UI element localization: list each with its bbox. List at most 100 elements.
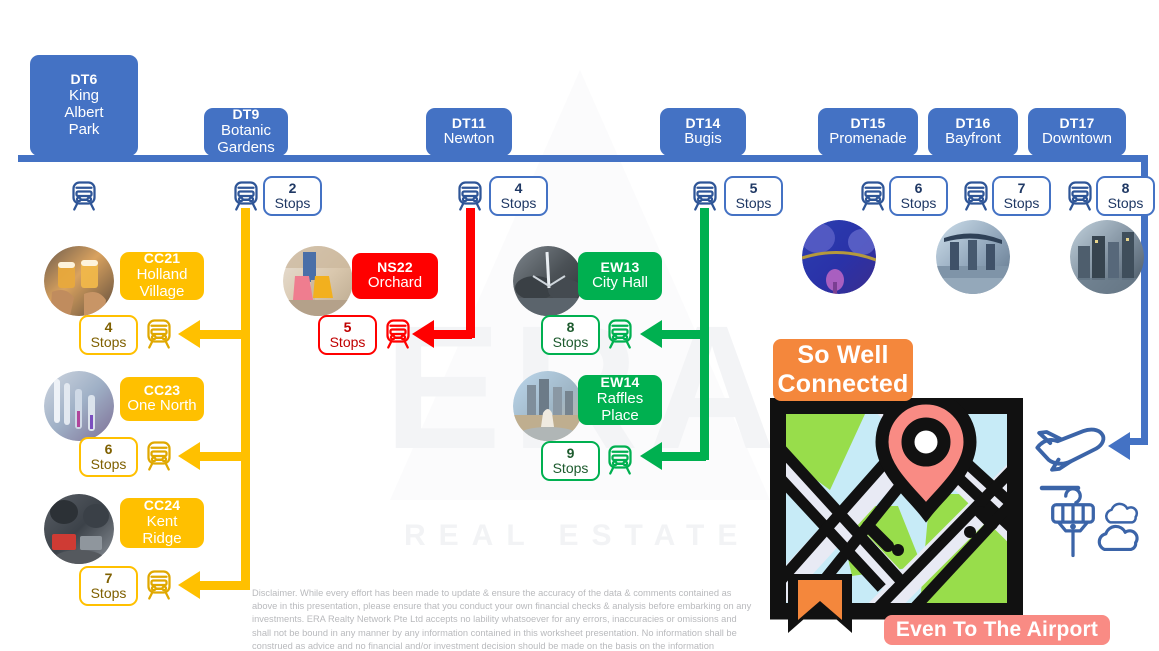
station-name-line: Bayfront xyxy=(945,130,1001,148)
station-chip-dt17[interactable]: DT17 Downtown xyxy=(1028,108,1126,156)
stops-badge-ns22: 5 Stops xyxy=(318,315,377,355)
station-code: DT11 xyxy=(451,114,487,131)
science-lab-photo xyxy=(44,371,114,441)
station-code: CC24 xyxy=(143,497,181,514)
stops-badge-cc21: 4 Stops xyxy=(79,315,138,355)
watermark-real-estate-text: REAL ESTATE xyxy=(404,519,751,552)
station-chip-dt6[interactable]: DT6 King Albert Park xyxy=(30,55,138,156)
station-name-line: Newton xyxy=(443,130,495,148)
cbd-skyline-photo xyxy=(1070,220,1144,294)
station-code: CC21 xyxy=(143,250,181,267)
banner-so-well-connected: So Well Connected xyxy=(773,339,913,401)
station-code: EW13 xyxy=(600,258,640,275)
station-name-line: Ridge xyxy=(142,529,182,547)
stops-count: 2 xyxy=(288,180,297,197)
stops-badge-dt14: 5 Stops xyxy=(724,176,783,216)
station-chip-ew14[interactable]: EW14 Raffles Place xyxy=(578,375,662,425)
stops-badge-ew13: 8 Stops xyxy=(541,315,600,355)
station-name-line: Place xyxy=(601,406,639,424)
stops-count: 6 xyxy=(914,180,923,197)
station-chip-dt14[interactable]: DT14 Bugis xyxy=(660,108,746,156)
station-code: DT6 xyxy=(70,71,98,88)
station-chip-dt16[interactable]: DT16 Bayfront xyxy=(928,108,1018,156)
station-chip-cc21[interactable]: CC21 Holland Village xyxy=(120,250,204,300)
station-code: NS22 xyxy=(377,258,413,275)
stops-badge-cc23: 6 Stops xyxy=(79,437,138,477)
train-icon-ew13 xyxy=(602,316,638,352)
stops-word: Stops xyxy=(90,334,127,350)
train-icon-dt15 xyxy=(855,178,891,214)
station-name-line: Downtown xyxy=(1041,130,1113,148)
students-study-photo xyxy=(44,494,114,564)
stops-badge-dt17: 8 Stops xyxy=(1096,176,1155,216)
stops-word: Stops xyxy=(1003,195,1040,211)
circle-line-trunk xyxy=(241,208,250,590)
station-name-line: Orchard xyxy=(367,274,423,292)
disclaimer-paragraph: Disclaimer. While every effort has been … xyxy=(252,588,752,651)
stops-count: 4 xyxy=(104,319,113,336)
station-name-line: City Hall xyxy=(592,274,648,292)
stops-word: Stops xyxy=(90,585,127,601)
station-chip-dt15[interactable]: DT15 Promenade xyxy=(818,108,918,156)
banner-line: So Well xyxy=(797,340,889,369)
station-code: CC23 xyxy=(143,381,181,398)
stops-badge-dt9: 2 Stops xyxy=(263,176,322,216)
airplane-icon xyxy=(1035,427,1106,472)
shopping-orchard-photo xyxy=(283,246,353,316)
station-chip-ns22[interactable]: NS22 Orchard xyxy=(352,253,438,299)
stops-count: 7 xyxy=(1017,180,1026,197)
banner-line: Even To The Airport xyxy=(895,617,1099,641)
train-icon-cc21 xyxy=(141,316,177,352)
circle-line-branch-cc23 xyxy=(198,452,246,461)
stops-word: Stops xyxy=(552,334,589,350)
train-icon-ns22 xyxy=(380,316,416,352)
station-chip-cc23[interactable]: CC23 One North xyxy=(120,377,204,421)
station-chip-dt9[interactable]: DT9 Botanic Gardens xyxy=(204,107,288,156)
ew-line-branch-ew14 xyxy=(660,452,706,461)
stops-badge-cc24: 7 Stops xyxy=(79,566,138,606)
station-chip-ew13[interactable]: EW13 City Hall xyxy=(578,252,662,300)
transit-connectivity-infographic: ERA REAL ESTATE DT6 King Albert Park DT9… xyxy=(0,0,1159,651)
downtown-line-horizontal xyxy=(18,155,1148,162)
station-chip-dt11[interactable]: DT11 Newton xyxy=(426,108,512,156)
stops-word: Stops xyxy=(274,195,311,211)
train-icon-cc24 xyxy=(141,567,177,603)
train-icon-ew14 xyxy=(602,442,638,478)
station-name-line: Village xyxy=(139,282,185,300)
station-code: EW14 xyxy=(600,374,640,391)
circle-line-arrow-cc24 xyxy=(178,571,200,599)
station-name-line: Promenade xyxy=(829,130,907,148)
station-name-line: Botanic xyxy=(220,122,272,140)
ew-line-arrow-ew13 xyxy=(640,320,662,348)
stops-badge-dt16: 7 Stops xyxy=(992,176,1051,216)
station-name-line: Gardens xyxy=(217,138,275,156)
stops-word: Stops xyxy=(329,334,366,350)
stops-count: 7 xyxy=(104,570,113,587)
stops-badge-dt15: 6 Stops xyxy=(889,176,948,216)
control-tower-icon xyxy=(1051,487,1095,558)
marina-bay-sands-photo xyxy=(936,220,1010,294)
stops-word: Stops xyxy=(900,195,937,211)
circle-line-branch-cc21 xyxy=(198,330,246,339)
circle-line-branch-cc24 xyxy=(198,581,246,590)
cloud-icon-1 xyxy=(1105,502,1139,524)
station-name-line: Albert xyxy=(64,103,104,121)
station-code: DT17 xyxy=(1059,114,1095,131)
disclaimer-text: Disclaimer. While every effort has been … xyxy=(252,587,752,651)
station-chip-cc24[interactable]: CC24 Kent Ridge xyxy=(120,498,204,548)
ew-line-branch-ew13 xyxy=(660,330,706,339)
gardens-by-the-bay-photo xyxy=(802,220,876,294)
train-icon-dt16 xyxy=(958,178,994,214)
esplanade-photo xyxy=(513,246,583,316)
station-name-line: King xyxy=(68,87,100,105)
stops-count: 5 xyxy=(343,319,352,336)
train-icon-dt17 xyxy=(1062,178,1098,214)
station-name-line: Park xyxy=(68,120,100,138)
ew-line-arrow-ew14 xyxy=(640,442,662,470)
ns-line-branch-ns22 xyxy=(432,330,472,339)
train-icon-dt6 xyxy=(66,178,102,214)
station-name-line: Raffles xyxy=(596,390,644,408)
stops-count: 5 xyxy=(749,180,758,197)
stops-badge-ew14: 9 Stops xyxy=(541,441,600,481)
stops-count: 9 xyxy=(566,445,575,462)
